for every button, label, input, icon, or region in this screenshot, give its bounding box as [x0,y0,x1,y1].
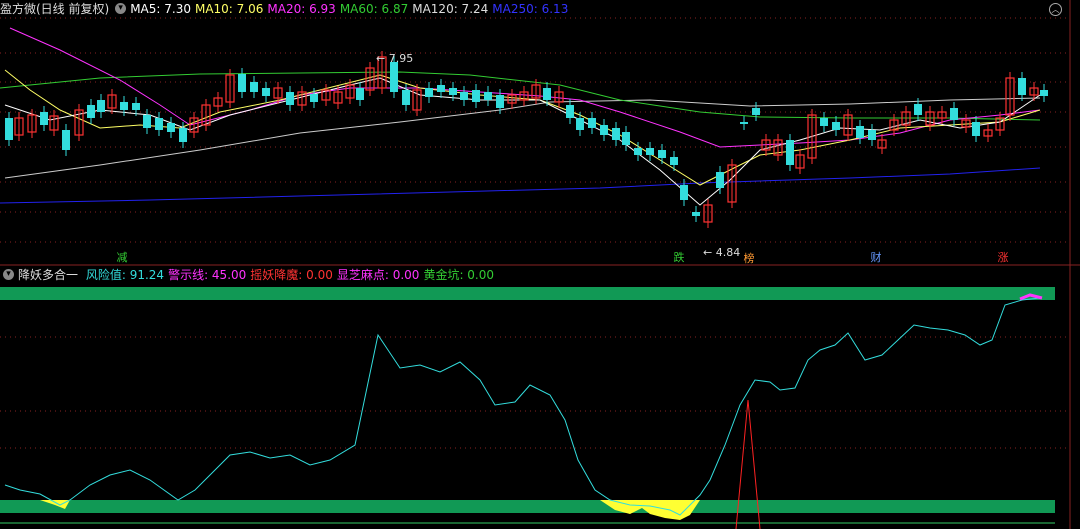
candle-body [496,95,504,108]
ma-legend-item: MA10: 7.06 [194,2,264,16]
candle-body [449,88,457,95]
candle-body [588,118,596,128]
indicator-menu-icon[interactable]: ▾ [3,269,14,280]
candle-body [692,212,700,216]
ma-legend: MA5: 7.30 MA10: 7.06 MA20: 6.93 MA60: 6.87 M… [130,2,572,16]
candle-body [132,103,140,110]
candle-body [622,132,630,145]
low-price-label: ← 4.84 [703,246,741,259]
indicator-title: 降妖多合一 [18,268,79,282]
candle-body [950,108,958,120]
indicator-legend-item: 警示线: 45.00 [168,268,247,282]
candle-body [62,130,70,150]
candle-body [786,140,794,165]
ma5-line [4,77,1041,206]
candle-body [5,118,13,140]
indicator-legend: 风险值: 91.24 警示线: 45.00 摇妖降魔: 0.00 显芝麻点: 0.00… [86,268,498,282]
candle-body [155,118,163,130]
signal-tag-list: 榜 [743,252,755,265]
candle-body [856,126,864,138]
candle-body [566,105,574,118]
signal-tag-reduce: 减 [116,251,128,264]
candle-body [658,150,666,158]
ma20-line [9,27,1041,148]
candle-body [716,172,724,188]
candle-body [600,125,608,135]
candle-body [914,104,922,115]
top-band [0,287,1055,300]
candle-body [484,92,492,100]
candle-body [460,92,468,100]
candle-body [262,88,270,96]
candle-body [437,85,445,92]
indicator-header: ▾ 降妖多合一 风险值: 91.24 警示线: 45.00 摇妖降魔: 0.00 显芝麻… [0,266,502,284]
candle-body [310,94,318,102]
ma-legend-item: MA60: 6.87 [339,2,409,16]
chart-canvas [0,0,1080,529]
ma-legend-item: MA250: 6.13 [492,2,569,16]
candle-body [612,128,620,140]
indicator-legend-item: 显芝麻点: 0.00 [336,268,420,282]
candle-body [646,148,654,155]
signal-tag-wealth: 财 [870,251,882,264]
ma-legend-item: MA20: 6.93 [267,2,336,16]
chevron-up-icon[interactable]: ︿ [1049,3,1062,16]
ma250-line [0,167,1041,204]
candle-body [179,128,187,142]
indicator-legend-item: 摇妖降魔: 0.00 [250,268,333,282]
candle-body [87,105,95,118]
candle-body [868,130,876,140]
candle-body [97,100,105,112]
candle-body [40,112,48,125]
stock-title: 盈方微(日线 前复权) [0,2,110,16]
candle-body [238,74,246,92]
candle-body [120,102,128,110]
candle-body [402,90,410,105]
indicator-legend-item: 黄金坑: 0.00 [423,268,495,282]
candle-body [670,157,678,165]
high-price-label: ← 7.95 [376,52,414,65]
candle-body [472,90,480,102]
candle-body [832,122,840,130]
settings-icon[interactable]: ▾ [115,3,127,14]
signal-tag-rise: 涨 [997,251,1009,264]
ma120-line [4,97,1041,179]
price-chart-header: 盈方微(日线 前复权) ▾ MA5: 7.30 MA10: 7.06 MA20: 6.9… [0,0,576,18]
candle-body [425,88,433,97]
candle-body [634,148,642,155]
candle-body [356,88,364,100]
risk-value-line [4,297,1041,516]
candle-body [820,118,828,126]
candle-body [167,123,175,132]
candle-body [286,92,294,105]
ma-legend-item: MA5: 7.30 [130,2,191,16]
candle-body [1040,90,1048,96]
candle-body [680,185,688,200]
candle-body [740,122,748,124]
candle-body [143,115,151,128]
candle-body [250,82,258,92]
candle-body [543,88,551,100]
signal-tag-fall: 跌 [673,251,685,264]
candle-body [752,108,760,115]
candle-body [1018,78,1026,95]
candle-body [972,122,980,136]
indicator-legend-item: 风险值: 91.24 [85,268,165,282]
candle-body [576,118,584,130]
candle-body [390,62,398,92]
ma-legend-item: MA120: 7.24 [412,2,489,16]
bottom-band [0,500,1055,513]
